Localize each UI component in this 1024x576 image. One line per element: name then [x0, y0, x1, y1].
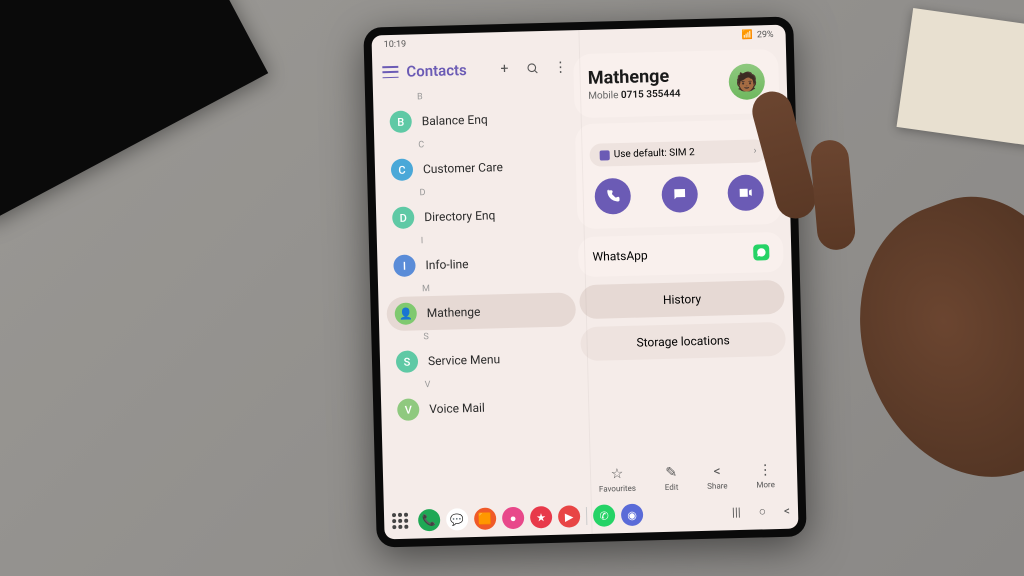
- message-button[interactable]: [661, 176, 698, 213]
- more-button[interactable]: ⋮ More: [756, 462, 775, 489]
- share-icon: <: [713, 464, 721, 480]
- signal-icon: 📶: [742, 31, 753, 41]
- app-drawer-button[interactable]: [392, 513, 408, 529]
- contact-row[interactable]: I Info-line: [385, 244, 575, 283]
- contact-avatar-small: B: [389, 110, 412, 133]
- contact-avatar[interactable]: 🧑🏾: [728, 63, 765, 100]
- messages-app-icon[interactable]: 💬: [446, 508, 469, 531]
- add-contact-button[interactable]: +: [497, 62, 511, 76]
- storage-locations-button[interactable]: Storage locations: [580, 322, 786, 361]
- contact-list-name: Info-line: [425, 257, 468, 272]
- contact-list-name: Voice Mail: [429, 401, 485, 416]
- more-options-button[interactable]: ⋮: [553, 60, 567, 74]
- contact-list-name: Balance Enq: [422, 112, 488, 128]
- contact-row[interactable]: B Balance Enq: [381, 100, 571, 139]
- app-icon-3[interactable]: ★: [530, 506, 553, 529]
- contact-avatar-small: 👤: [394, 302, 417, 325]
- video-call-button[interactable]: [727, 174, 764, 211]
- detail-bottom-bar: ☆ Favourites ✎ Edit < Share ⋮ More: [584, 454, 790, 498]
- app-title: Contacts: [406, 60, 490, 80]
- whatsapp-label: WhatsApp: [592, 248, 648, 263]
- contact-name: Mathenge: [588, 65, 681, 88]
- contact-list-name: Mathenge: [427, 305, 481, 320]
- phone-app-icon[interactable]: 📞: [418, 509, 441, 532]
- sim-icon: [600, 150, 610, 160]
- sim-selector[interactable]: Use default: SIM 2 ›: [590, 139, 767, 167]
- share-button[interactable]: < Share: [707, 463, 728, 491]
- favourites-button[interactable]: ☆ Favourites: [598, 466, 636, 494]
- battery-text: 29%: [757, 30, 774, 40]
- app-icon-2[interactable]: ●: [502, 507, 525, 530]
- contact-avatar-small: S: [396, 350, 419, 373]
- contacts-list-pane: Contacts + ⋮ BB Balance Enq CC Customer Car…: [380, 54, 581, 503]
- menu-icon[interactable]: [382, 66, 398, 78]
- dock-divider: [586, 507, 587, 525]
- phone-number: 0715 355444: [621, 88, 681, 101]
- contact-avatar-small: D: [392, 206, 415, 229]
- chevron-right-icon: ›: [753, 145, 756, 156]
- more-vertical-icon: ⋮: [758, 462, 772, 478]
- recents-nav-button[interactable]: |||: [732, 505, 741, 519]
- whatsapp-icon: [753, 244, 769, 260]
- edit-button[interactable]: ✎ Edit: [664, 465, 678, 492]
- phone-label: Mobile: [588, 90, 618, 102]
- app-icon-1[interactable]: 🟧: [474, 507, 497, 530]
- star-icon: ☆: [611, 466, 624, 482]
- contact-detail-pane: Mathenge Mobile 0715 355444 🧑🏾 Use defau…: [573, 49, 789, 498]
- youtube-app-icon[interactable]: ▶: [558, 505, 581, 528]
- history-button[interactable]: History: [579, 280, 785, 319]
- sim-label: Use default: SIM 2: [614, 147, 695, 160]
- call-button[interactable]: [594, 178, 631, 215]
- phone-device: 10:19 📶 29% Contacts + ⋮: [363, 16, 806, 547]
- contact-row[interactable]: S Service Menu: [388, 340, 578, 379]
- contact-row[interactable]: 👤 Mathenge: [386, 292, 576, 331]
- contact-list-name: Directory Enq: [424, 208, 495, 224]
- contact-avatar-small: C: [391, 158, 414, 181]
- contact-header-card: Mathenge Mobile 0715 355444 🧑🏾: [573, 49, 779, 118]
- home-nav-button[interactable]: ○: [759, 504, 767, 518]
- back-nav-button[interactable]: <: [784, 504, 790, 518]
- screen: 10:19 📶 29% Contacts + ⋮: [371, 25, 798, 540]
- contact-row[interactable]: V Voice Mail: [389, 388, 579, 427]
- search-button[interactable]: [525, 61, 539, 75]
- app-icon-4[interactable]: ◉: [621, 504, 644, 527]
- clock: 10:19: [384, 40, 407, 51]
- contact-list-name: Service Menu: [428, 352, 500, 368]
- contact-avatar-small: V: [397, 398, 420, 421]
- contact-row[interactable]: D Directory Enq: [384, 196, 574, 235]
- contact-avatar-small: I: [393, 254, 416, 277]
- whatsapp-row[interactable]: WhatsApp: [578, 232, 784, 277]
- pencil-icon: ✎: [665, 465, 677, 481]
- contact-row[interactable]: C Customer Care: [383, 148, 573, 187]
- whatsapp-app-icon[interactable]: ✆: [593, 504, 616, 527]
- contact-list-name: Customer Care: [423, 160, 503, 176]
